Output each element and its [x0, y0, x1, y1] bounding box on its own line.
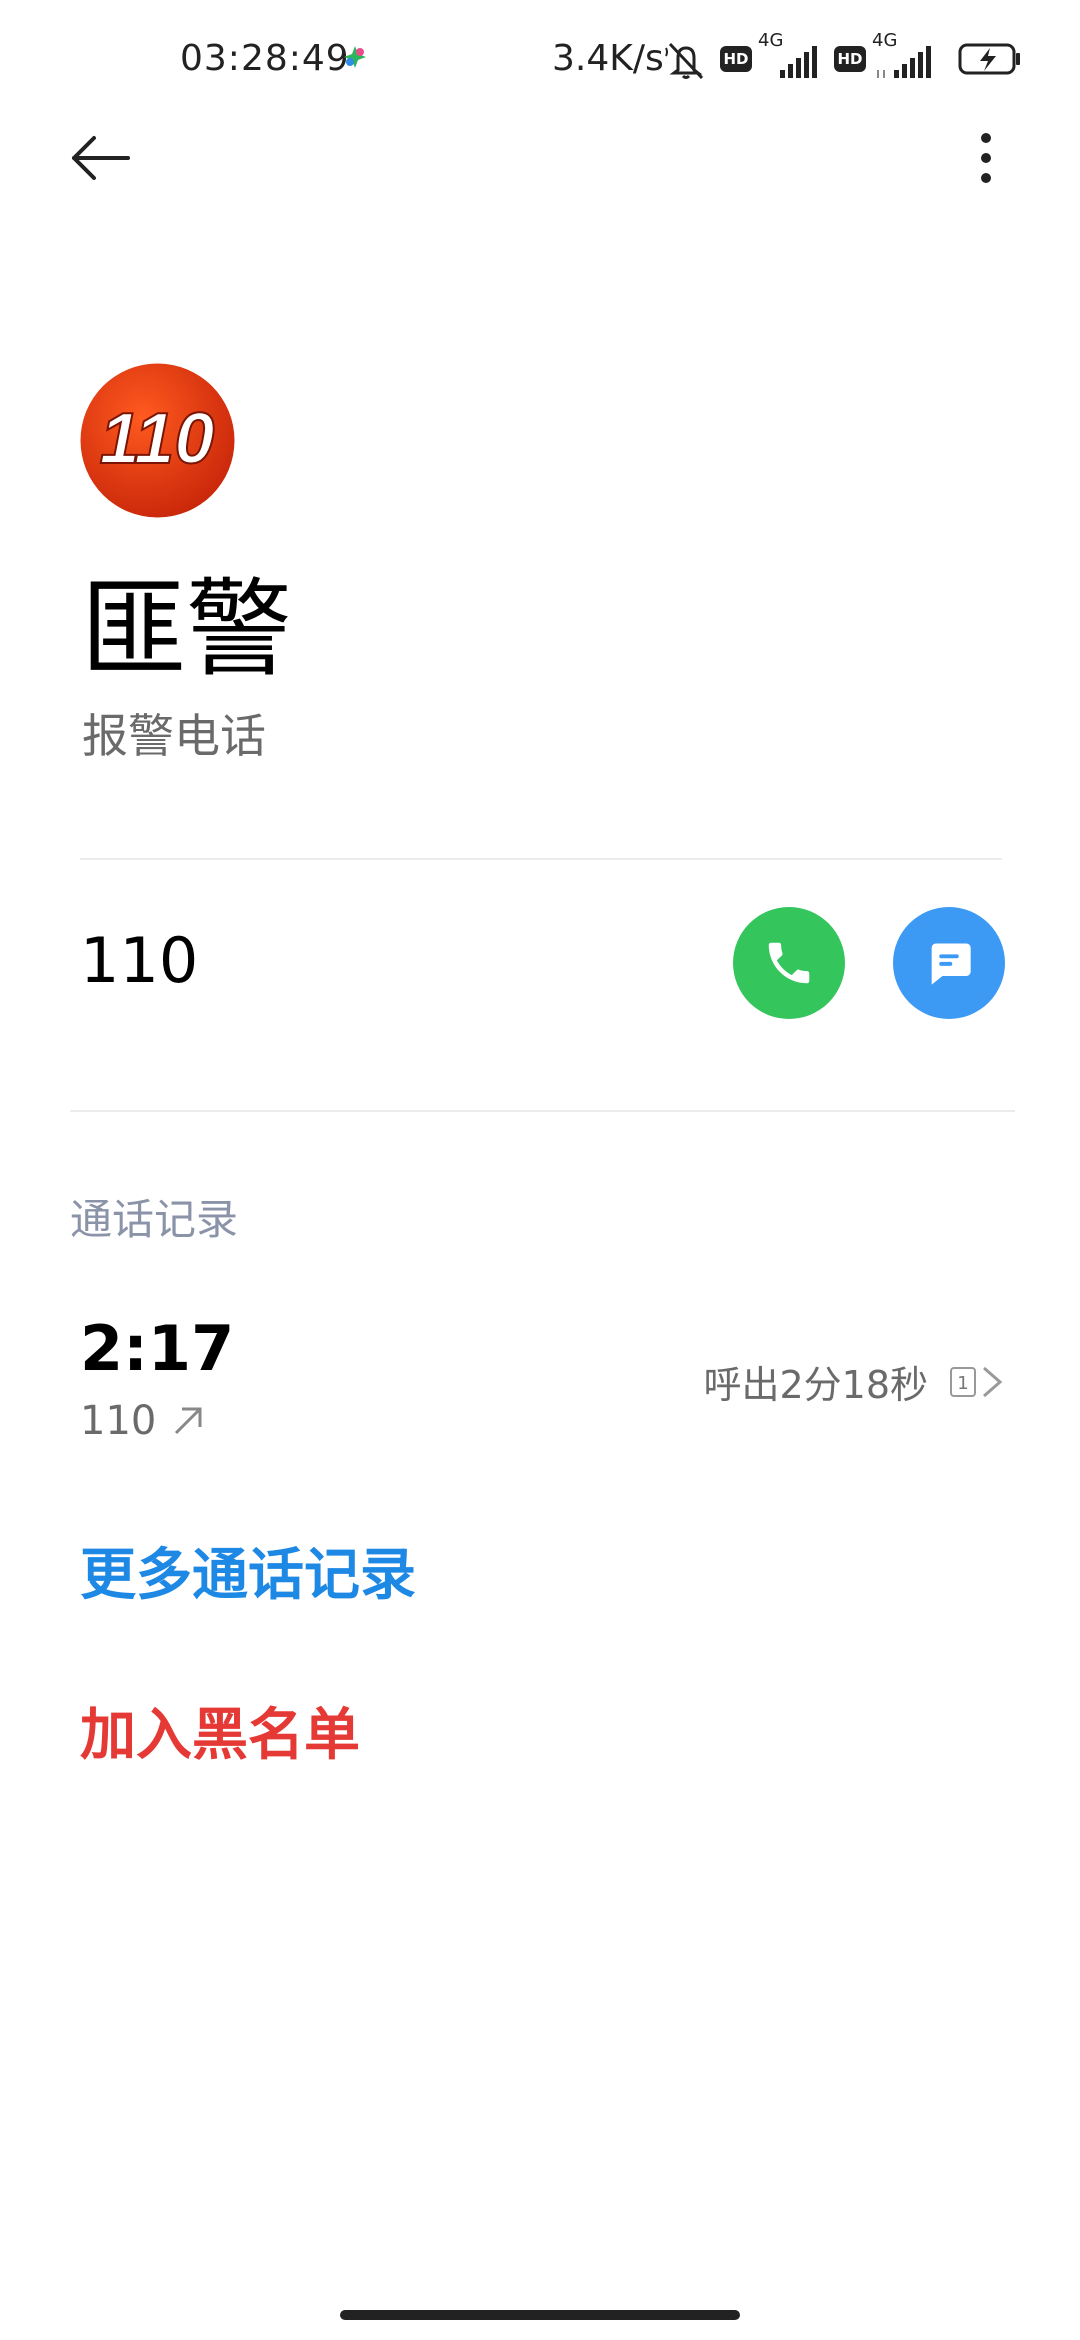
status-time: 03:28:49: [180, 38, 350, 79]
home-indicator[interactable]: [340, 2310, 740, 2320]
message-button[interactable]: [893, 907, 1005, 1019]
message-icon: [931, 943, 971, 985]
hd-badge: HD: [720, 46, 752, 72]
add-to-blacklist-button[interactable]: 加入黑名单: [80, 1690, 360, 1771]
call-detail: 呼出2分18秒 1: [703, 1354, 1004, 1409]
net-speed: 3.4K/s: [552, 38, 664, 79]
mute-icon: [665, 42, 704, 80]
arrow-left-icon: [72, 136, 130, 180]
outgoing-arrow-icon: [175, 1407, 202, 1435]
more-call-records-link[interactable]: 更多通话记录: [80, 1530, 416, 1611]
more-options-button[interactable]: [956, 120, 1016, 196]
divider: [80, 858, 1002, 860]
call-button[interactable]: [733, 907, 845, 1019]
contact-subtitle: 报警电话: [82, 709, 266, 763]
more-vertical-icon: [981, 133, 991, 183]
avatar-label: 110: [100, 399, 215, 479]
contact-name: 匪警: [80, 568, 292, 691]
avatar: 110: [80, 363, 235, 518]
phone-number[interactable]: 110: [80, 924, 198, 997]
sim2-signal: HD 4G: [834, 30, 954, 80]
call-number-row: 110: [80, 1398, 206, 1444]
back-button[interactable]: [60, 120, 140, 196]
signal-bars-icon: [780, 46, 817, 78]
call-description: 呼出2分18秒: [703, 1363, 928, 1407]
divider: [70, 1110, 1015, 1112]
chevron-right-icon: [983, 1366, 1003, 1397]
call-number: 110: [80, 1398, 157, 1444]
call-time: 2:17: [80, 1312, 235, 1385]
call-log-heading: 通话记录: [70, 1195, 239, 1244]
sim1-signal: HD 4G: [720, 30, 830, 80]
app-notification-icon: [344, 46, 366, 68]
sim-indicator: 1: [950, 1366, 976, 1397]
phone-icon: [768, 942, 810, 984]
signal-bars-icon: [877, 46, 931, 78]
status-bar: 03:28:49 3.4K/s HD 4G HD 4G: [0, 0, 1080, 125]
contact-detail-screen: 03:28:49 3.4K/s HD 4G HD 4G 110 匪警 报警电话 …: [0, 0, 1080, 2340]
hd-badge: HD: [834, 46, 866, 72]
battery-charging-icon: [958, 43, 1020, 75]
